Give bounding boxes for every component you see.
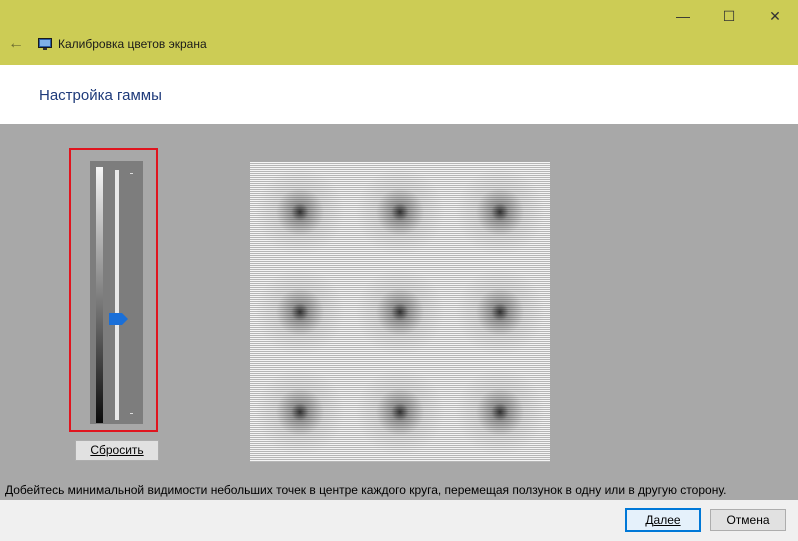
reset-button[interactable]: Сбросить (75, 440, 159, 461)
test-pattern-dot (255, 367, 345, 457)
gamma-test-pattern (250, 162, 550, 462)
test-pattern-dot (455, 367, 545, 457)
page-header: Настройка гаммы (0, 65, 798, 124)
next-button[interactable]: Далее (625, 508, 701, 532)
close-icon[interactable]: ✕ (752, 2, 798, 30)
title-bar: ← Калибровка цветов экрана — ☐ ✕ (0, 0, 798, 65)
test-pattern-dot (355, 167, 445, 257)
test-pattern-dot (255, 167, 345, 257)
test-pattern-dot (255, 267, 345, 357)
page-title: Настройка гаммы (39, 87, 162, 104)
highlight-frame (69, 148, 158, 432)
minimize-icon[interactable]: — (660, 2, 706, 30)
display-icon (38, 38, 52, 50)
reset-button-accesskey: С (90, 443, 99, 457)
test-pattern-dot (455, 267, 545, 357)
test-pattern-dot (355, 267, 445, 357)
back-arrow-icon[interactable]: ← (6, 34, 26, 54)
window-title: Калибровка цветов экрана (58, 37, 207, 51)
test-pattern-dot (355, 367, 445, 457)
next-button-accesskey: Д (645, 513, 654, 527)
cancel-button[interactable]: Отмена (710, 509, 786, 531)
maximize-icon[interactable]: ☐ (706, 2, 752, 30)
next-button-label: алее (653, 513, 681, 527)
reset-button-label: бросить (99, 443, 144, 457)
test-pattern-dot (455, 167, 545, 257)
instruction-text: Добейтесь минимальной видимости небольши… (5, 483, 727, 497)
